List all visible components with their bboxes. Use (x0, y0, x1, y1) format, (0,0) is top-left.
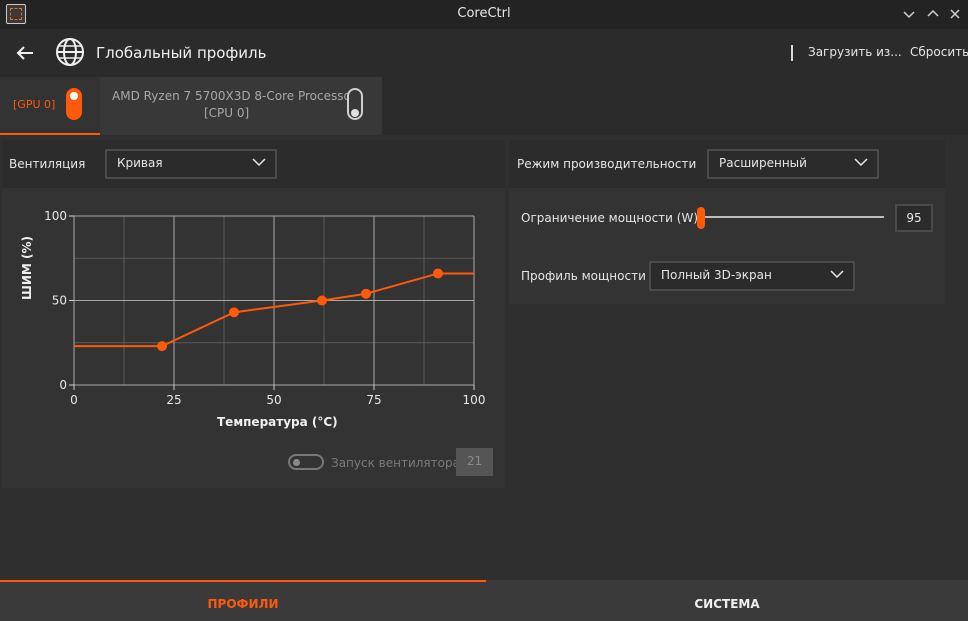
active-tab-indicator (0, 580, 486, 582)
curve-point[interactable] (229, 307, 239, 318)
tab-system[interactable]: СИСТЕМА (486, 580, 968, 621)
chart-x-axis-label: Температура (°C) (217, 415, 338, 429)
x-tick-label: 75 (366, 393, 381, 407)
tab-profiles[interactable]: ПРОФИЛИ (0, 580, 486, 621)
power-limit-slider-track[interactable] (702, 216, 884, 218)
chevron-down-icon (829, 266, 845, 282)
perf-mode-label: Режим производительности (517, 157, 697, 171)
chart-y-axis-label: ШИМ (%) (20, 236, 34, 300)
curve-point[interactable] (317, 295, 327, 306)
perf-mode-value: Расширенный (719, 156, 807, 170)
x-tick-label: 0 (70, 393, 78, 407)
y-tick-label: 100 (44, 209, 67, 223)
fan-start-toggle[interactable] (288, 454, 324, 470)
fan-curve-chart[interactable]: 0 50 100 0 25 50 75 100 (0, 0, 968, 621)
curve-point[interactable] (361, 288, 371, 299)
power-limit-value: 95 (906, 211, 922, 225)
power-profile-label: Профиль мощности (521, 269, 646, 283)
curve-point[interactable] (433, 268, 443, 279)
y-tick-label: 50 (52, 294, 67, 308)
tab-profiles-label: ПРОФИЛИ (207, 597, 279, 611)
power-limit-label: Ограничение мощности (W) (521, 211, 698, 225)
x-tick-label: 100 (463, 393, 486, 407)
bottom-navigation: ПРОФИЛИ СИСТЕМА (0, 580, 968, 621)
curve-point[interactable] (157, 341, 167, 352)
x-tick-label: 50 (266, 393, 281, 407)
power-profile-select[interactable]: Полный 3D-экран (649, 261, 855, 291)
fan-start-value: 21 (466, 454, 483, 468)
y-tick-label: 0 (59, 378, 67, 392)
power-limit-input[interactable]: 95 (895, 204, 933, 232)
fan-start-input[interactable]: 21 (456, 448, 493, 476)
power-profile-value: Полный 3D-экран (661, 268, 772, 282)
tab-system-label: СИСТЕМА (694, 597, 760, 611)
x-tick-label: 25 (166, 393, 181, 407)
power-limit-slider-handle[interactable] (697, 207, 705, 229)
chevron-down-icon (853, 154, 869, 170)
perf-mode-select[interactable]: Расширенный (707, 149, 879, 179)
fan-start-label: Запуск вентилятора (331, 456, 460, 470)
